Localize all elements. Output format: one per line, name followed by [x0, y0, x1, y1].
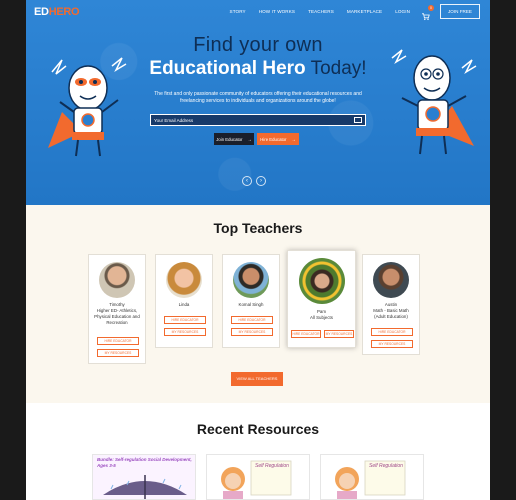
email-field-container — [150, 114, 366, 126]
hire-educator-button[interactable]: HIRE EDUCATOR — [231, 316, 273, 324]
hero-title-line1: Find your own — [193, 34, 323, 56]
hero-section: EDHERO STORY HOW IT WORKS TEACHERS MARKE… — [26, 0, 490, 205]
page: EDHERO STORY HOW IT WORKS TEACHERS MARKE… — [26, 0, 490, 500]
logo-hero: HERO — [48, 6, 80, 18]
logo[interactable]: EDHERO — [34, 6, 80, 18]
envelope-icon[interactable] — [354, 117, 362, 123]
cart-icon — [422, 12, 430, 20]
resource-thumbnail — [207, 455, 309, 499]
slider-next-button[interactable]: › — [256, 176, 266, 186]
cart-count-badge: 0 — [428, 4, 434, 11]
hire-educator-button[interactable]: Hire Educator → — [257, 133, 299, 145]
nav-teachers[interactable]: TEACHERS — [308, 9, 334, 14]
top-teachers-title: Top Teachers — [213, 220, 303, 236]
hero-title-highlight: Educational Hero — [149, 58, 306, 79]
resource-title: Self Regulation — [255, 463, 289, 469]
join-educator-label: Join Educator — [216, 136, 243, 142]
recent-resources-title: Recent Resources — [196, 421, 320, 437]
hire-educator-button[interactable]: HIRE EDUCATOR — [371, 328, 413, 336]
teacher-card-komal-singh[interactable]: Komal Singh HIRE EDUCATOR MY RESOURCES — [222, 254, 280, 348]
my-resources-button[interactable]: MY RESOURCES — [164, 328, 206, 336]
top-nav: STORY HOW IT WORKS TEACHERS MARKETPLACE … — [217, 4, 480, 20]
hero-subtitle: The first and only passionate community … — [154, 91, 362, 104]
teacher-subject: All Subjects — [310, 315, 333, 320]
hero-title-line2: Educational Hero Today! — [26, 58, 490, 80]
join-free-button[interactable]: JOIN FREE — [440, 4, 480, 19]
view-all-teachers-button[interactable]: VIEW ALL TEACHERS — [231, 372, 283, 386]
join-educator-button[interactable]: Join Educator → — [214, 133, 254, 145]
hero-title-today: Today! — [310, 58, 367, 79]
hire-educator-label: Hire Educator — [260, 136, 287, 142]
my-resources-button[interactable]: MY RESOURCES — [371, 340, 413, 348]
resource-title: Bundle: Self-regulation Social Developme… — [97, 457, 192, 468]
avatar — [166, 262, 202, 298]
resource-card[interactable]: Self Regulation — [320, 454, 424, 500]
nav-marketplace[interactable]: MARKETPLACE — [347, 9, 382, 14]
logo-ed: ED — [34, 6, 49, 18]
hire-educator-button[interactable]: HIRE EDUCATOR — [164, 316, 206, 324]
hire-educator-button[interactable]: HIRE EDUCATOR — [291, 330, 321, 338]
nav-how-it-works[interactable]: HOW IT WORKS — [259, 9, 295, 14]
my-resources-button[interactable]: MY RESOURCES — [97, 349, 139, 357]
cart-button[interactable]: 0 — [422, 4, 434, 20]
resource-card[interactable]: Bundle: Self-regulation Social Developme… — [92, 454, 196, 500]
recent-resources-section: Recent Resources Bundle: Self-regulation… — [26, 403, 490, 500]
teacher-subject: Higher ED- Athletics, Physical Education… — [94, 308, 140, 325]
email-input[interactable] — [154, 117, 349, 123]
slider-prev-button[interactable]: ‹ — [242, 176, 252, 186]
nav-login[interactable]: LOGIN — [395, 9, 410, 14]
teacher-card-timothy[interactable]: Timothy Higher ED- Athletics, Physical E… — [88, 254, 146, 364]
my-resources-button[interactable]: MY RESOURCES — [231, 328, 273, 336]
resource-card[interactable]: Self Regulation — [206, 454, 310, 500]
avatar — [298, 258, 345, 304]
arrow-right-icon: → — [291, 136, 296, 142]
nav-story[interactable]: STORY — [230, 9, 246, 14]
arrow-right-icon: → — [247, 136, 252, 142]
teacher-name: Linda — [178, 302, 190, 307]
my-resources-button[interactable]: MY RESOURCES — [324, 330, 354, 338]
resource-thumbnail — [321, 455, 423, 499]
teacher-card-austin[interactable]: Austin Math - Basic Math (Adult Educatio… — [362, 254, 420, 355]
avatar — [99, 262, 135, 298]
resource-title: Self Regulation — [369, 463, 403, 469]
avatar — [373, 262, 409, 298]
top-teachers-section: Top Teachers Timothy Higher ED- Athletic… — [26, 205, 490, 403]
teacher-card-pam[interactable]: Pam All Subjects HIRE EDUCATOR MY RESOUR… — [287, 250, 356, 348]
slider-controls: ‹ › — [242, 176, 266, 186]
teacher-subject: Math - Basic Math (Adult Education) — [373, 308, 409, 319]
avatar — [233, 262, 269, 298]
teacher-name: Komal Singh — [238, 302, 264, 307]
teacher-card-linda[interactable]: Linda HIRE EDUCATOR MY RESOURCES — [155, 254, 213, 348]
hire-educator-button[interactable]: HIRE EDUCATOR — [97, 337, 139, 345]
